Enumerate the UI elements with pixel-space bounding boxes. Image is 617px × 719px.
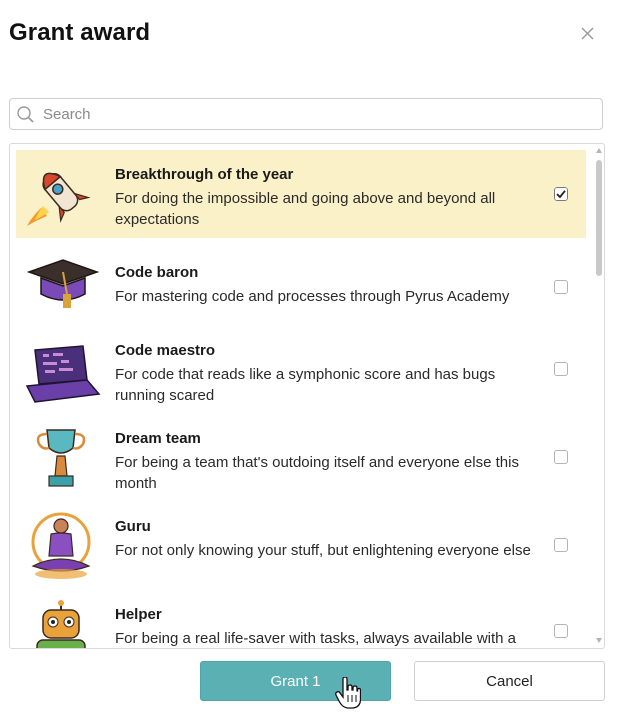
award-name: Code baron — [115, 264, 199, 281]
award-item-dream-team[interactable]: Dream team For being a team that's outdo… — [16, 418, 586, 502]
award-description: For code that reads like a symphonic sco… — [115, 366, 496, 404]
award-checkbox-checked[interactable] — [554, 187, 568, 201]
award-checkbox[interactable] — [554, 538, 568, 552]
rocket-icon — [27, 172, 91, 226]
award-list: Breakthrough of the year For doing the i… — [9, 143, 605, 649]
award-item-code-maestro[interactable]: Code maestro For code that reads like a … — [16, 330, 586, 414]
graduation-cap-icon — [26, 259, 100, 308]
award-description: For not only knowing your stuff, but enl… — [115, 542, 531, 559]
meditating-guru-icon — [31, 512, 91, 579]
award-item-helper[interactable]: Helper For being a real life-saver with … — [16, 594, 586, 648]
award-name: Dream team — [115, 430, 201, 447]
award-name: Code maestro — [115, 342, 216, 359]
dialog-title: Grant award — [9, 19, 151, 46]
trophy-icon — [36, 429, 86, 487]
close-icon[interactable] — [576, 22, 598, 44]
scrollbar-thumb[interactable] — [596, 160, 602, 276]
search-box — [9, 98, 603, 130]
award-description: For mastering code and processes through… — [115, 288, 510, 305]
award-description: For being a team that's outdoing itself … — [115, 454, 519, 492]
hand-pointer-cursor-icon — [335, 677, 361, 709]
award-description: For being a real life-saver with tasks, … — [115, 630, 517, 647]
award-checkbox[interactable] — [554, 280, 568, 294]
robot-icon — [36, 600, 86, 648]
award-description: For doing the impossible and going above… — [115, 190, 496, 228]
award-item-code-baron[interactable]: Code baron For mastering code and proces… — [16, 250, 586, 326]
scroll-down-arrow-icon[interactable] — [595, 636, 603, 644]
award-name: Helper — [115, 606, 162, 623]
grant-button[interactable]: Grant 1 — [200, 661, 391, 701]
cancel-button[interactable]: Cancel — [414, 661, 605, 701]
search-input[interactable] — [43, 99, 583, 129]
award-item-guru[interactable]: Guru For not only knowing your stuff, bu… — [16, 506, 586, 590]
award-checkbox[interactable] — [554, 624, 568, 638]
laptop-icon — [25, 345, 101, 403]
award-item-breakthrough[interactable]: Breakthrough of the year For doing the i… — [16, 150, 586, 238]
award-checkbox[interactable] — [554, 362, 568, 376]
scroll-up-arrow-icon[interactable] — [595, 147, 603, 155]
award-name: Breakthrough of the year — [115, 166, 294, 183]
search-icon — [17, 106, 34, 123]
list-scrollbar[interactable] — [593, 144, 604, 648]
award-name: Guru — [115, 518, 151, 535]
award-checkbox[interactable] — [554, 450, 568, 464]
